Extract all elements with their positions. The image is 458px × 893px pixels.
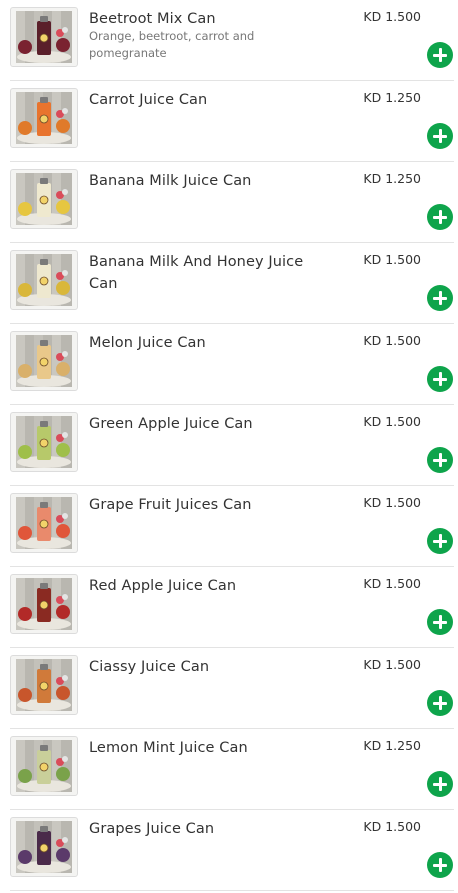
product-image[interactable]: [10, 736, 78, 796]
product-image[interactable]: [10, 493, 78, 553]
plus-circle-icon[interactable]: [427, 123, 453, 149]
plus-circle-icon[interactable]: [427, 771, 453, 797]
product-image[interactable]: [10, 169, 78, 229]
plus-circle-icon[interactable]: [427, 366, 453, 392]
product-row[interactable]: Ciassy Juice Can KD 1.500: [10, 648, 454, 729]
product-image[interactable]: [10, 655, 78, 715]
product-image[interactable]: [10, 7, 78, 67]
product-row[interactable]: Banana Milk And Honey Juice Can KD 1.500: [10, 243, 454, 324]
product-name[interactable]: Grapes Juice Can: [89, 818, 325, 840]
product-price: KD 1.500: [363, 657, 421, 672]
product-row[interactable]: Carrot Juice Can KD 1.250: [10, 81, 454, 162]
product-row[interactable]: Green Apple Juice Can KD 1.500: [10, 405, 454, 486]
product-price: KD 1.500: [363, 495, 421, 510]
product-image[interactable]: [10, 574, 78, 634]
product-row[interactable]: Banana Milk Juice Can KD 1.250: [10, 162, 454, 243]
product-name[interactable]: Red Apple Juice Can: [89, 575, 325, 597]
plus-circle-icon[interactable]: [427, 204, 453, 230]
product-name[interactable]: Carrot Juice Can: [89, 89, 325, 111]
plus-circle-icon[interactable]: [427, 528, 453, 554]
product-price: KD 1.500: [363, 333, 421, 348]
product-description: Orange, beetroot, carrot and pomegranate: [89, 29, 255, 60]
product-price: KD 1.250: [363, 90, 421, 105]
product-name[interactable]: Beetroot Mix Can: [89, 8, 325, 30]
product-price: KD 1.250: [363, 171, 421, 186]
product-image[interactable]: [10, 250, 78, 310]
product-row[interactable]: Melon Juice Can KD 1.500: [10, 324, 454, 405]
product-name[interactable]: Banana Milk And Honey Juice Can: [89, 251, 325, 295]
product-image[interactable]: [10, 817, 78, 877]
product-row[interactable]: Beetroot Mix Can Orange, beetroot, carrot…: [10, 0, 454, 81]
product-row[interactable]: Lemon Mint Juice Can KD 1.250: [10, 729, 454, 810]
plus-circle-icon[interactable]: [427, 447, 453, 473]
plus-circle-icon[interactable]: [427, 690, 453, 716]
product-image[interactable]: [10, 88, 78, 148]
product-price: KD 1.500: [363, 9, 421, 24]
product-price: KD 1.500: [363, 819, 421, 834]
product-name[interactable]: Banana Milk Juice Can: [89, 170, 325, 192]
product-price: KD 1.500: [363, 414, 421, 429]
product-row[interactable]: Grapes Juice Can KD 1.500: [10, 810, 454, 891]
plus-circle-icon[interactable]: [427, 609, 453, 635]
product-name[interactable]: Melon Juice Can: [89, 332, 325, 354]
product-name[interactable]: Grape Fruit Juices Can: [89, 494, 325, 516]
product-image[interactable]: [10, 331, 78, 391]
plus-circle-icon[interactable]: [427, 285, 453, 311]
product-name[interactable]: Green Apple Juice Can: [89, 413, 325, 435]
product-price: KD 1.500: [363, 576, 421, 591]
product-name[interactable]: Ciassy Juice Can: [89, 656, 325, 678]
plus-circle-icon[interactable]: [427, 852, 453, 878]
product-row[interactable]: Red Apple Juice Can KD 1.500: [10, 567, 454, 648]
product-price: KD 1.500: [363, 252, 421, 267]
product-image[interactable]: [10, 412, 78, 472]
product-list: Beetroot Mix Can Orange, beetroot, carrot…: [10, 0, 454, 891]
product-row[interactable]: Grape Fruit Juices Can KD 1.500: [10, 486, 454, 567]
product-price: KD 1.250: [363, 738, 421, 753]
plus-circle-icon[interactable]: [427, 42, 453, 68]
product-name[interactable]: Lemon Mint Juice Can: [89, 737, 325, 759]
